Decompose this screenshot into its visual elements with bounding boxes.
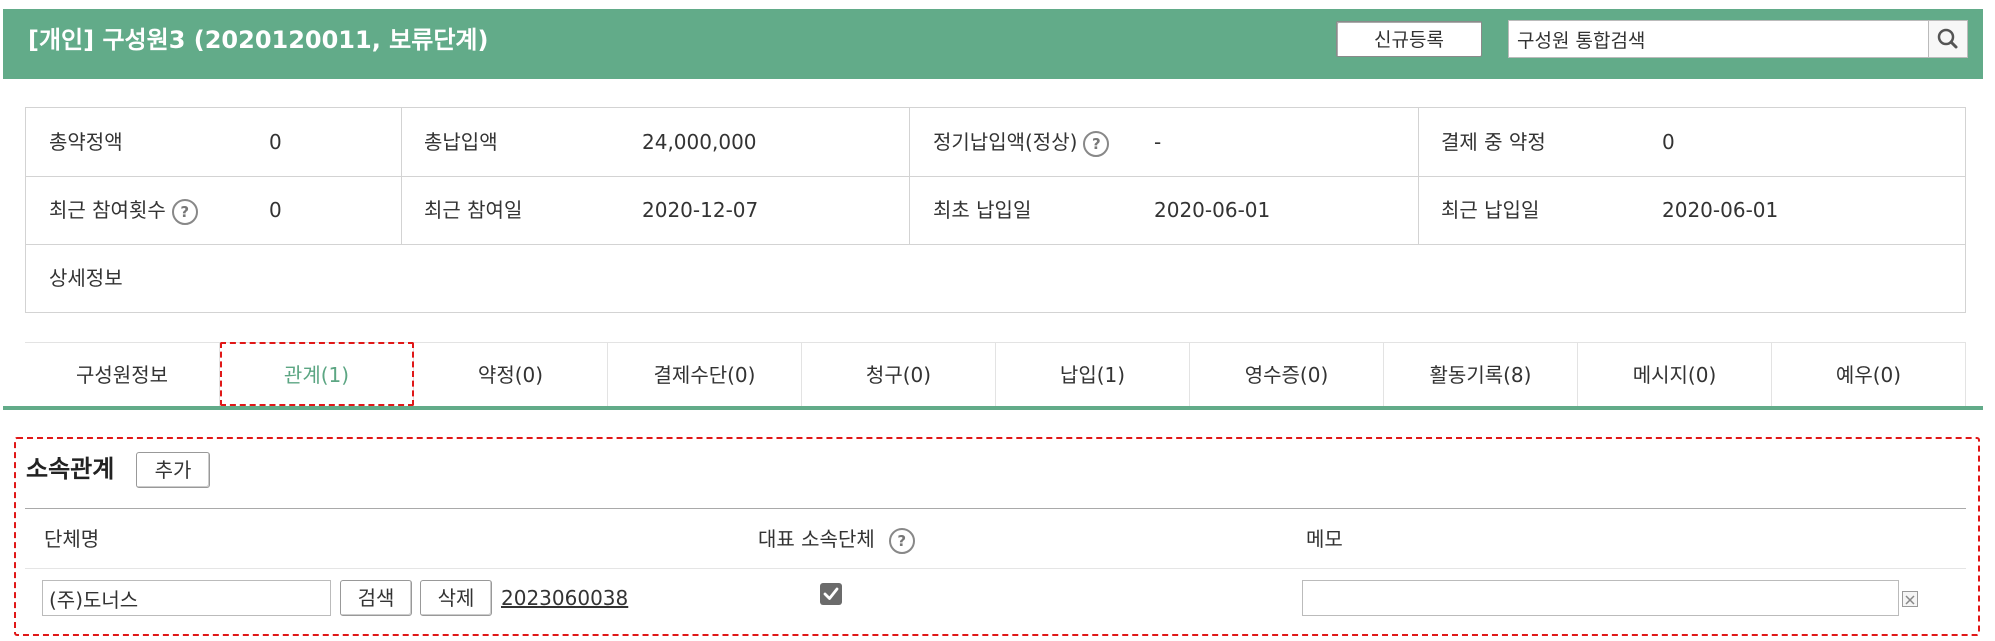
summary-row-details: 상세정보 [26, 244, 1965, 312]
search-input[interactable] [1517, 21, 1927, 57]
close-icon [1905, 595, 1915, 605]
tab-courtesy[interactable]: 예우(0) [1772, 343, 1966, 407]
summary-value-paying-pledge: 0 [1662, 130, 1675, 154]
search-org-button[interactable]: 검색 [340, 580, 412, 616]
summary-label-paying-pledge: 결제 중 약정 [1441, 130, 1546, 154]
page-title: [개인] 구성원3 (2020120011, 보류단계) [28, 26, 489, 54]
summary-row-2: 최근 참여횟수? 0 최근 참여일 2020-12-07 최초 납입일 2020… [26, 176, 1965, 245]
summary-divider [401, 108, 402, 244]
help-icon[interactable]: ? [1083, 130, 1110, 157]
new-register-button[interactable]: 신규등록 [1336, 21, 1482, 57]
tab-billing[interactable]: 청구(0) [802, 343, 996, 407]
highlight-active-tab [220, 342, 414, 406]
summary-panel: 총약정액 0 총납입액 24,000,000 정기납입액(정상)? - 결제 중… [25, 107, 1966, 313]
help-icon[interactable]: ? [171, 198, 198, 225]
tab-payment-methods[interactable]: 결제수단(0) [608, 343, 802, 407]
summary-label-regular-paid: 정기납입액(정상)? [933, 108, 1110, 176]
search-button[interactable] [1928, 21, 1967, 57]
summary-value-total-pledge: 0 [269, 130, 282, 154]
summary-row-1: 총약정액 0 총납입액 24,000,000 정기납입액(정상)? - 결제 중… [26, 108, 1965, 177]
tab-payments[interactable]: 납입(1) [996, 343, 1190, 407]
summary-label-regular-paid-text: 정기납입액(정상) [933, 130, 1078, 154]
tab-activity[interactable]: 활동기록(8) [1384, 343, 1578, 407]
summary-value-regular-paid: - [1154, 130, 1162, 154]
column-primary-org: 대표 소속단체? [758, 510, 915, 568]
tab-receipts[interactable]: 영수증(0) [1190, 343, 1384, 407]
summary-value-recent-count: 0 [269, 198, 282, 222]
summary-label-total-pledge: 총약정액 [49, 130, 123, 154]
table-header-divider [25, 568, 1966, 569]
checkmark-icon [823, 587, 839, 600]
summary-divider [909, 108, 910, 244]
summary-label-recent-date: 최근 참여일 [424, 198, 523, 222]
org-id-link[interactable]: 2023060038 [501, 580, 628, 616]
clear-icon[interactable] [1902, 591, 1918, 607]
column-org-name: 단체명 [44, 527, 100, 551]
summary-value-last-paid: 2020-06-01 [1662, 198, 1779, 222]
column-primary-org-text: 대표 소속단체 [758, 527, 875, 551]
summary-label-first-paid: 최초 납입일 [933, 198, 1032, 222]
org-name-field[interactable] [42, 580, 331, 616]
page-header: [개인] 구성원3 (2020120011, 보류단계) 신규등록 [3, 9, 1983, 79]
delete-org-button[interactable]: 삭제 [420, 580, 492, 616]
tab-underline [3, 406, 1983, 410]
section-title: 소속관계 [26, 455, 115, 483]
details-label[interactable]: 상세정보 [49, 244, 123, 312]
search-icon [1937, 28, 1958, 49]
summary-label-last-paid: 최근 납입일 [1441, 198, 1540, 222]
primary-org-checkbox[interactable] [820, 583, 842, 605]
add-button[interactable]: 추가 [136, 452, 210, 488]
help-icon[interactable]: ? [888, 527, 915, 554]
tab-member-info[interactable]: 구성원정보 [25, 343, 220, 407]
summary-label-recent-count: 최근 참여횟수? [49, 176, 198, 244]
summary-value-first-paid: 2020-06-01 [1154, 198, 1271, 222]
summary-value-recent-date: 2020-12-07 [642, 198, 759, 222]
summary-value-total-paid: 24,000,000 [642, 130, 757, 154]
tab-messages[interactable]: 메시지(0) [1578, 343, 1772, 407]
summary-divider [1418, 108, 1419, 244]
search-box [1508, 20, 1968, 58]
tab-pledges[interactable]: 약정(0) [414, 343, 608, 407]
summary-label-total-paid: 총납입액 [424, 130, 498, 154]
section-divider [25, 508, 1966, 509]
summary-label-recent-count-text: 최근 참여횟수 [49, 198, 166, 222]
memo-field[interactable] [1302, 580, 1899, 616]
column-memo: 메모 [1306, 527, 1343, 551]
